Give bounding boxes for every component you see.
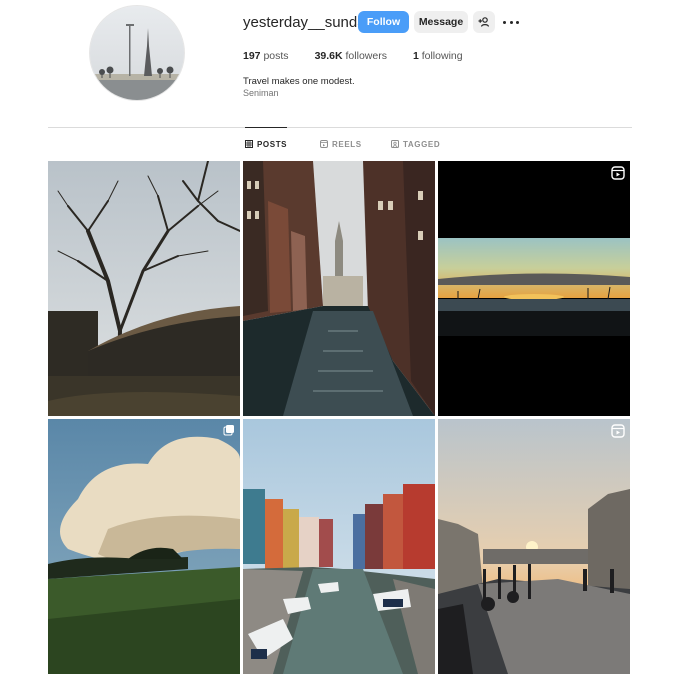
tagged-icon [391,140,399,148]
reel-icon [611,166,625,180]
tab-tagged-label: TAGGED [403,139,441,149]
post-image [48,161,240,416]
followers-stat[interactable]: 39.6K followers [315,50,387,62]
post-image [438,161,630,416]
post-tile[interactable] [48,419,240,674]
tab-reels-label: REELS [332,139,362,149]
post-tile[interactable] [48,161,240,416]
bio-name: Seniman [243,88,279,98]
more-options-button[interactable] [503,12,519,32]
carousel-icon [223,425,234,436]
post-tile[interactable] [243,419,435,674]
username: yesterday__sunday [243,14,374,31]
reel-icon [611,424,625,438]
following-label: following [421,50,463,62]
posts-count: 197 [243,50,261,62]
reels-icon [320,140,328,148]
tab-reels[interactable]: REELS [320,128,362,160]
followers-label: followers [345,50,387,62]
tab-posts[interactable]: POSTS [245,127,288,160]
post-image [243,419,435,674]
post-tile[interactable] [243,161,435,416]
posts-label: posts [263,50,289,62]
dot [516,20,519,24]
post-tile[interactable] [438,161,630,416]
avatar-image [90,6,184,100]
add-person-icon [478,17,490,27]
profile-stats: 197 posts 39.6K followers 1 following [243,50,489,62]
profile-avatar[interactable] [90,6,184,100]
follow-button[interactable]: Follow [358,11,409,33]
suggested-users-button[interactable] [473,11,495,33]
tab-tagged[interactable]: TAGGED [391,128,440,160]
grid-icon [245,140,253,148]
post-image [243,161,435,416]
message-button[interactable]: Message [414,11,468,33]
posts-stat: 197 posts [243,50,289,62]
dot [503,20,506,24]
post-image [48,419,240,674]
tab-posts-label: POSTS [257,139,288,149]
followers-count: 39.6K [314,50,343,62]
following-stat[interactable]: 1 following [413,50,463,62]
dot [509,20,513,24]
bio-text: Travel makes one modest. [243,76,355,87]
following-count: 1 [412,50,419,62]
post-image [438,419,630,674]
post-tile[interactable] [438,419,630,674]
